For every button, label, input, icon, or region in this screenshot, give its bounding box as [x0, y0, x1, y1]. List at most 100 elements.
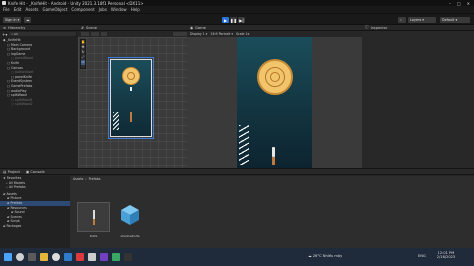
search-icon[interactable]: ⌕ [398, 17, 406, 23]
scene-view-options[interactable] [173, 32, 187, 36]
folder-item-label: Packages [6, 223, 22, 228]
file-explorer-icon[interactable] [40, 253, 48, 261]
app-icon[interactable] [76, 253, 84, 261]
layout-dropdown[interactable]: Default ▾ [440, 17, 470, 23]
spotify-icon[interactable] [112, 253, 120, 261]
game-viewport[interactable] [237, 37, 312, 168]
hierarchy-icon: ≡ [3, 25, 7, 30]
hierarchy-item-label: splitWood2 [15, 102, 33, 107]
hierarchy-item-label: panelWood [15, 56, 33, 61]
unity-taskbar-icon[interactable] [88, 253, 96, 261]
weather-widget[interactable]: ☁ 26°C Nhiều mây [308, 254, 342, 258]
folder-item[interactable]: ▰ Packages [0, 224, 70, 229]
scene-tool-palette: ✋ ✥ ↻ ⤢ ▭ [80, 39, 86, 69]
game-log-icon [257, 59, 293, 95]
search-icon[interactable] [16, 253, 24, 261]
canvas-bounds [108, 57, 154, 139]
clock-date: 2/16/2023 [436, 255, 456, 259]
start-icon[interactable] [4, 253, 12, 261]
hierarchy-search-input[interactable]: ⌕ All [9, 32, 76, 36]
pivot-toggle[interactable] [91, 32, 99, 36]
display-label: Display 1 [190, 32, 205, 36]
language-indicator[interactable]: ENG [418, 254, 426, 258]
aspect-dropdown[interactable]: 16:9 Portrait ▾ [210, 32, 233, 36]
knife-handle-icon [272, 157, 275, 165]
hierarchy-item[interactable]: ▢ splitWood2 [0, 102, 78, 107]
hierarchy-item-label: _KnifeHit [6, 38, 21, 42]
terminal-icon[interactable] [124, 253, 132, 261]
menu-edit[interactable]: Edit [14, 7, 22, 12]
folder-item-label: Sound [14, 210, 25, 215]
cloud-icon: ☁ [308, 254, 312, 258]
menu-jobs[interactable]: Jobs [99, 7, 107, 12]
folder-item-label: Picture [10, 196, 22, 201]
scale-slider[interactable]: Scale 1x [236, 32, 250, 36]
cloud-icon[interactable]: ☁ [24, 17, 31, 23]
layers-label: Layers [410, 18, 422, 22]
layers-dropdown[interactable]: Layers ▾ [408, 17, 436, 23]
folder-item-label: Resources [10, 205, 27, 210]
hierarchy-item-label: splitWood1 [15, 97, 33, 102]
inspector-tab[interactable]: ⓘ Inspector [362, 25, 474, 31]
hierarchy-list: ◆ _KnifeHit ▢ Main Camera ▢ Background ▢ lo… [0, 37, 78, 107]
hierarchy-item-label: GamePrefabs [11, 83, 33, 88]
maximize-icon[interactable]: □ [457, 1, 461, 6]
hierarchy-item-label: Canvas [11, 65, 23, 70]
pause-button[interactable]: ❚❚ [230, 17, 237, 23]
hierarchy-tab-label: Hierarchy [8, 25, 26, 30]
task-view-icon[interactable] [28, 253, 36, 261]
breadcrumb-assets[interactable]: Assets [73, 177, 83, 181]
gizmo-toggle[interactable] [81, 32, 89, 36]
hierarchy-item-label: Background [11, 47, 31, 52]
console-icon: ▣ [25, 169, 30, 174]
chrome-icon[interactable] [52, 253, 60, 261]
close-icon[interactable]: ✕ [467, 1, 470, 6]
asset-folder-tree: ▰ Assets ▰ Picture ▰ Prefabs ▰ Resources ▰ S… [0, 192, 70, 229]
game-panel: ◉ Game Display 1 ▾ 16:9 Portrait ▾ Scale… [187, 25, 362, 168]
folder-item-label: Scenes [10, 214, 22, 219]
vscode-icon[interactable] [64, 253, 72, 261]
tab-console[interactable]: ▣ Console [26, 170, 45, 174]
breadcrumb-prefabs[interactable]: Prefabs [89, 177, 101, 181]
tab-project-label: Project [7, 169, 20, 174]
asset-knife[interactable] [77, 202, 110, 232]
knife-counter-icon [239, 125, 249, 165]
layout-label: Default [442, 18, 455, 22]
menu-help[interactable]: Help [131, 7, 140, 12]
folder-icon: ▤ [3, 169, 7, 174]
knife-thumbnail-icon [93, 210, 95, 219]
scene-viewport[interactable]: ✋ ✥ ↻ ⤢ ▭ [78, 37, 187, 168]
hierarchy-item-label: Knife [11, 60, 20, 65]
grid-toggle[interactable] [101, 32, 107, 36]
menu-gameobject[interactable]: GameObject [42, 7, 67, 12]
scene-tab-label: Scene [86, 25, 97, 30]
main-toolbar: Sign in ▾ ☁ ▶ ❚❚ ▶| ⌕ Layers ▾ Default ▾ [0, 13, 474, 25]
tab-project[interactable]: ▤ Project [3, 170, 20, 174]
info-icon: ⓘ [365, 25, 369, 29]
favorite-all-prefabs[interactable]: ⌕ All Prefabs [0, 185, 70, 190]
hierarchy-item-label: logGame [11, 51, 26, 56]
step-button[interactable]: ▶| [238, 17, 245, 23]
game-tab-label: Game [195, 25, 206, 30]
menu-component[interactable]: Component [71, 7, 94, 12]
account-button[interactable]: Sign in ▾ [3, 17, 22, 23]
clock[interactable]: 12:01 PM 2/16/2023 [434, 251, 458, 259]
hierarchy-item-label: audioPlay [11, 88, 27, 93]
project-tree: ★ Favorites ⌕ All Models ⌕ All Prefabs ▰… [0, 176, 70, 249]
menu-window[interactable]: Window [111, 7, 127, 12]
scale-value: 1x [245, 32, 250, 36]
menu-assets[interactable]: Assets [25, 7, 38, 12]
folder-item-label: Assets [6, 191, 17, 196]
asset-shadowknife[interactable] [120, 204, 140, 226]
window-title: Knife Hit - _KnifeHit - Android - Unity … [8, 0, 144, 6]
menu-file[interactable]: File [3, 7, 10, 12]
game-icon: ◉ [190, 25, 194, 30]
knife-blade-icon [272, 147, 275, 157]
minimize-icon[interactable]: – [449, 1, 451, 6]
add-icon[interactable]: +▾ [2, 32, 7, 37]
display-dropdown[interactable]: Display 1 ▾ [190, 32, 207, 36]
rect-tool-icon[interactable]: ▭ [81, 60, 85, 65]
play-button[interactable]: ▶ [222, 17, 229, 23]
hierarchy-item-label: Main Camera [11, 42, 33, 47]
visual-studio-icon[interactable] [100, 253, 108, 261]
